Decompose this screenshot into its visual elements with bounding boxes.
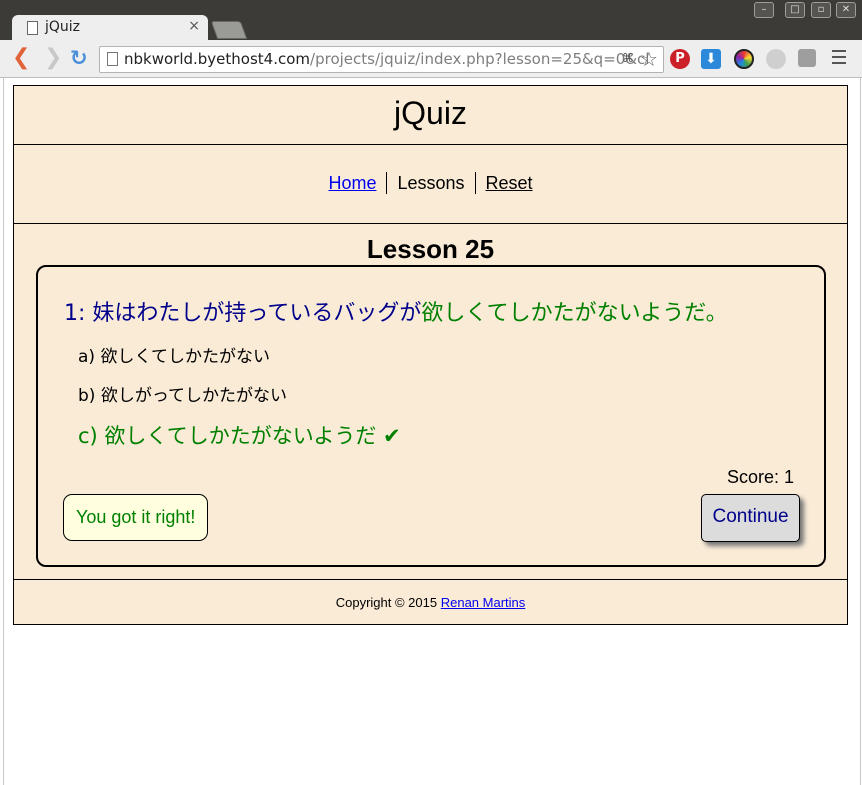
window-restore-button[interactable]: □ [785,2,805,18]
site-footer: Copyright © 2015 Renan Martins [13,580,848,625]
address-bar[interactable]: nbkworld.byethost4.com/projects/jquiz/in… [99,46,664,73]
question-text: 1: 妹はわたしが持っているバッグが欲しくてしかたがないようだ。 [64,295,728,327]
tab-title: jQuiz [45,19,81,35]
download-icon[interactable]: ⬇ [701,49,721,69]
author-link[interactable]: Renan Martins [441,595,526,610]
window-minimize-button[interactable]: – [754,2,774,18]
url-path: /projects/jquiz/index.php?lesson=25&q=0&… [310,50,650,68]
nav-reset-link[interactable]: Reset [476,172,543,194]
question-prompt: 妹はわたしが持っているバッグが [92,301,422,326]
back-icon[interactable]: ❮ [12,47,30,69]
site-nav: Home Lessons Reset [13,145,848,224]
quiz-card: 1: 妹はわたしが持っているバッグが欲しくてしかたがないようだ。 a) 欲しくて… [36,265,826,567]
quiz-main: Lesson 25 1: 妹はわたしが持っているバッグが欲しくてしかたがないよう… [13,224,848,580]
option-c-correct[interactable]: c) 欲しくてしかたがないようだ ✔ [78,420,401,450]
nav-lessons: Lessons [387,172,476,194]
option-b[interactable]: b) 欲しがってしかたがない [78,381,287,406]
site-header: jQuiz [13,85,848,145]
pinterest-icon[interactable]: P [670,49,690,69]
score-display: Score: 1 [726,467,794,487]
new-tab-button[interactable] [210,21,248,39]
window-close-button[interactable]: ✕ [836,2,856,18]
browser-toolbar: ❮ ❯ ↻ nbkworld.byethost4.com/projects/jq… [0,40,862,78]
quiz-site: jQuiz Home Lessons Reset Lesson 25 1: 妹はわた… [13,85,848,625]
browser-titlebar: jQuiz × – □ ▫ ✕ [0,0,862,41]
reload-icon[interactable]: ↻ [70,48,88,69]
translate-icon[interactable]: ⌘ [622,51,636,66]
menu-icon[interactable] [832,50,846,68]
tab-close-icon[interactable]: × [188,18,200,34]
color-picker-icon[interactable] [734,49,754,69]
question-answer: 欲しくてしかたがないようだ。 [421,301,728,326]
feedback-message: You got it right! [63,494,209,541]
extension-icon[interactable] [766,49,786,69]
extension-icon[interactable] [798,49,816,67]
site-title: jQuiz [394,95,467,131]
continue-button[interactable]: Continue [701,494,800,542]
page-icon [27,21,38,35]
page-icon [107,52,118,66]
forward-icon[interactable]: ❯ [44,47,62,69]
browser-tab[interactable]: jQuiz × [12,15,208,41]
bookmark-star-icon[interactable]: ☆ [640,47,658,71]
window-maximize-button[interactable]: ▫ [811,2,831,18]
nav-home-link[interactable]: Home [318,172,388,194]
copyright-text: Copyright © 2015 [335,595,441,610]
lesson-title: Lesson 25 [366,234,495,264]
url-host: nbkworld.byethost4.com [124,50,311,68]
question-number: 1: [64,301,86,326]
url-text[interactable]: nbkworld.byethost4.com/projects/jquiz/in… [124,50,649,68]
option-a[interactable]: a) 欲しくてしかたがない [78,342,270,367]
